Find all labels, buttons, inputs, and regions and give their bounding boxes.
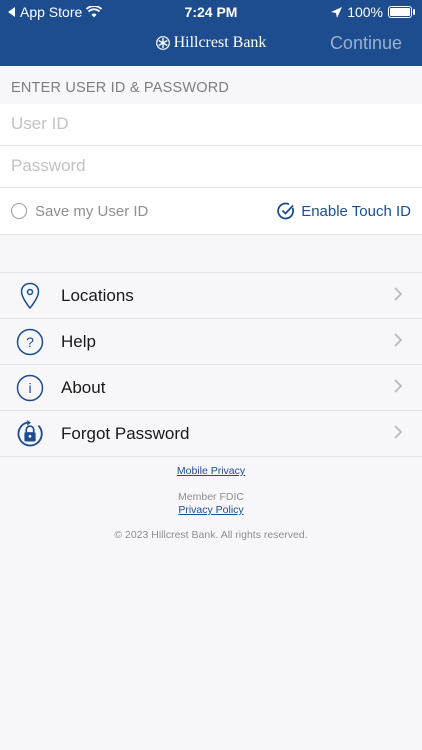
menu-item-forgot-password[interactable]: Forgot Password (0, 411, 422, 457)
menu-item-label: About (61, 377, 106, 397)
chevron-right-icon (394, 379, 402, 393)
battery-percent: 100% (347, 4, 383, 20)
password-input[interactable] (0, 146, 422, 186)
menu-list: Locations ? Help i About Forgot Password (0, 272, 422, 457)
app-header: App Store 7:24 PM 100% Hillcrest Bank Co… (0, 0, 422, 66)
user-id-row (0, 104, 422, 146)
question-icon: ? (16, 328, 44, 356)
user-id-input[interactable] (0, 104, 422, 144)
member-fdic-text: Member FDIC (178, 491, 244, 503)
status-right: 100% (331, 4, 415, 20)
snowflake-icon (155, 36, 170, 50)
location-arrow-icon (331, 6, 343, 18)
menu-item-label: Help (61, 331, 96, 351)
info-icon: i (16, 374, 44, 402)
brand-name: Hillcrest Bank (173, 34, 267, 51)
footer: Mobile Privacy Member FDIC Privacy Polic… (0, 465, 422, 541)
menu-item-about[interactable]: i About (0, 365, 422, 411)
touch-id-label: Enable Touch ID (301, 202, 411, 220)
chevron-right-icon (394, 287, 402, 301)
svg-text:i: i (28, 380, 31, 396)
location-pin-icon (16, 282, 44, 310)
save-user-id-toggle[interactable]: Save my User ID (11, 203, 148, 220)
mobile-privacy-link[interactable]: Mobile Privacy (177, 465, 245, 477)
battery-icon (388, 6, 415, 18)
svg-text:?: ? (26, 334, 34, 350)
save-user-id-label: Save my User ID (35, 202, 149, 220)
navigation-bar: Hillcrest Bank Continue (0, 26, 422, 62)
login-options: Save my User ID Enable Touch ID (0, 188, 422, 235)
continue-button[interactable]: Continue (330, 33, 402, 54)
password-row (0, 146, 422, 188)
menu-item-label: Forgot Password (61, 423, 190, 443)
copyright-text: © 2023 Hillcrest Bank. All rights reserv… (114, 529, 308, 541)
menu-item-label: Locations (61, 285, 134, 305)
status-bar: App Store 7:24 PM 100% (0, 0, 422, 22)
menu-item-locations[interactable]: Locations (0, 273, 422, 319)
check-circle-icon (277, 202, 295, 220)
menu-item-help[interactable]: ? Help (0, 319, 422, 365)
enable-touch-id-toggle[interactable]: Enable Touch ID (277, 202, 411, 220)
chevron-right-icon (394, 333, 402, 347)
radio-icon (11, 203, 27, 219)
chevron-right-icon (394, 425, 402, 439)
login-section-label: ENTER USER ID & PASSWORD (11, 80, 230, 96)
login-form: Save my User ID Enable Touch ID (0, 104, 422, 235)
privacy-policy-link[interactable]: Privacy Policy (178, 504, 243, 516)
lock-refresh-icon (16, 419, 44, 448)
